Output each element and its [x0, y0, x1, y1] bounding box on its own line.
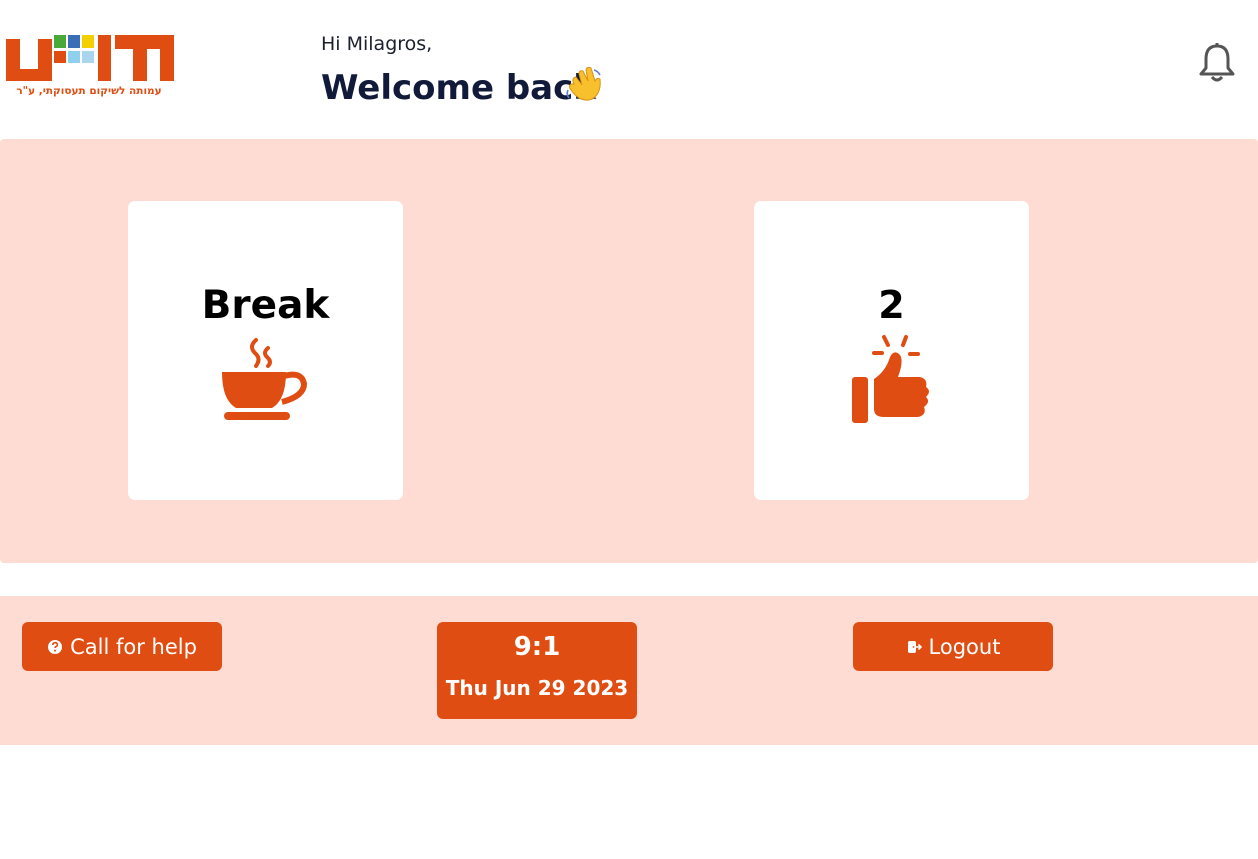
waving-hand-icon	[566, 66, 601, 101]
logout-label: Logout	[928, 634, 1001, 659]
clock-date: Thu Jun 29 2023	[445, 676, 629, 700]
logo-tagline: עמותה לשיקום תעסוקתי, ע"ר	[16, 85, 162, 97]
break-card[interactable]: Break	[128, 201, 403, 500]
clock-time: 9:1	[513, 632, 561, 662]
break-label: Break	[201, 283, 330, 328]
coffee-cup-icon	[222, 338, 308, 420]
greeting-text: Hi Milagros,	[321, 33, 433, 55]
notification-bell-icon[interactable]	[1198, 42, 1236, 84]
page-title: Welcome back	[321, 68, 596, 108]
call-for-help-button[interactable]: Call for help	[22, 622, 222, 671]
likes-count: 2	[878, 283, 905, 327]
call-for-help-label: Call for help	[70, 634, 197, 659]
logout-door-icon	[907, 640, 922, 653]
clock-display: 9:1 Thu Jun 29 2023	[437, 622, 637, 719]
thumbs-up-icon	[852, 335, 929, 423]
status-panel: Break 2	[0, 139, 1258, 563]
logout-button[interactable]: Logout	[853, 622, 1053, 671]
likes-card[interactable]: 2	[754, 201, 1029, 500]
footer-bar: Call for help 9:1 Thu Jun 29 2023 Logout	[0, 596, 1258, 745]
help-circle-icon	[48, 639, 63, 654]
header: עמותה לשיקום תעסוקתי, ע"ר Hi Milagros, W…	[0, 0, 1258, 139]
